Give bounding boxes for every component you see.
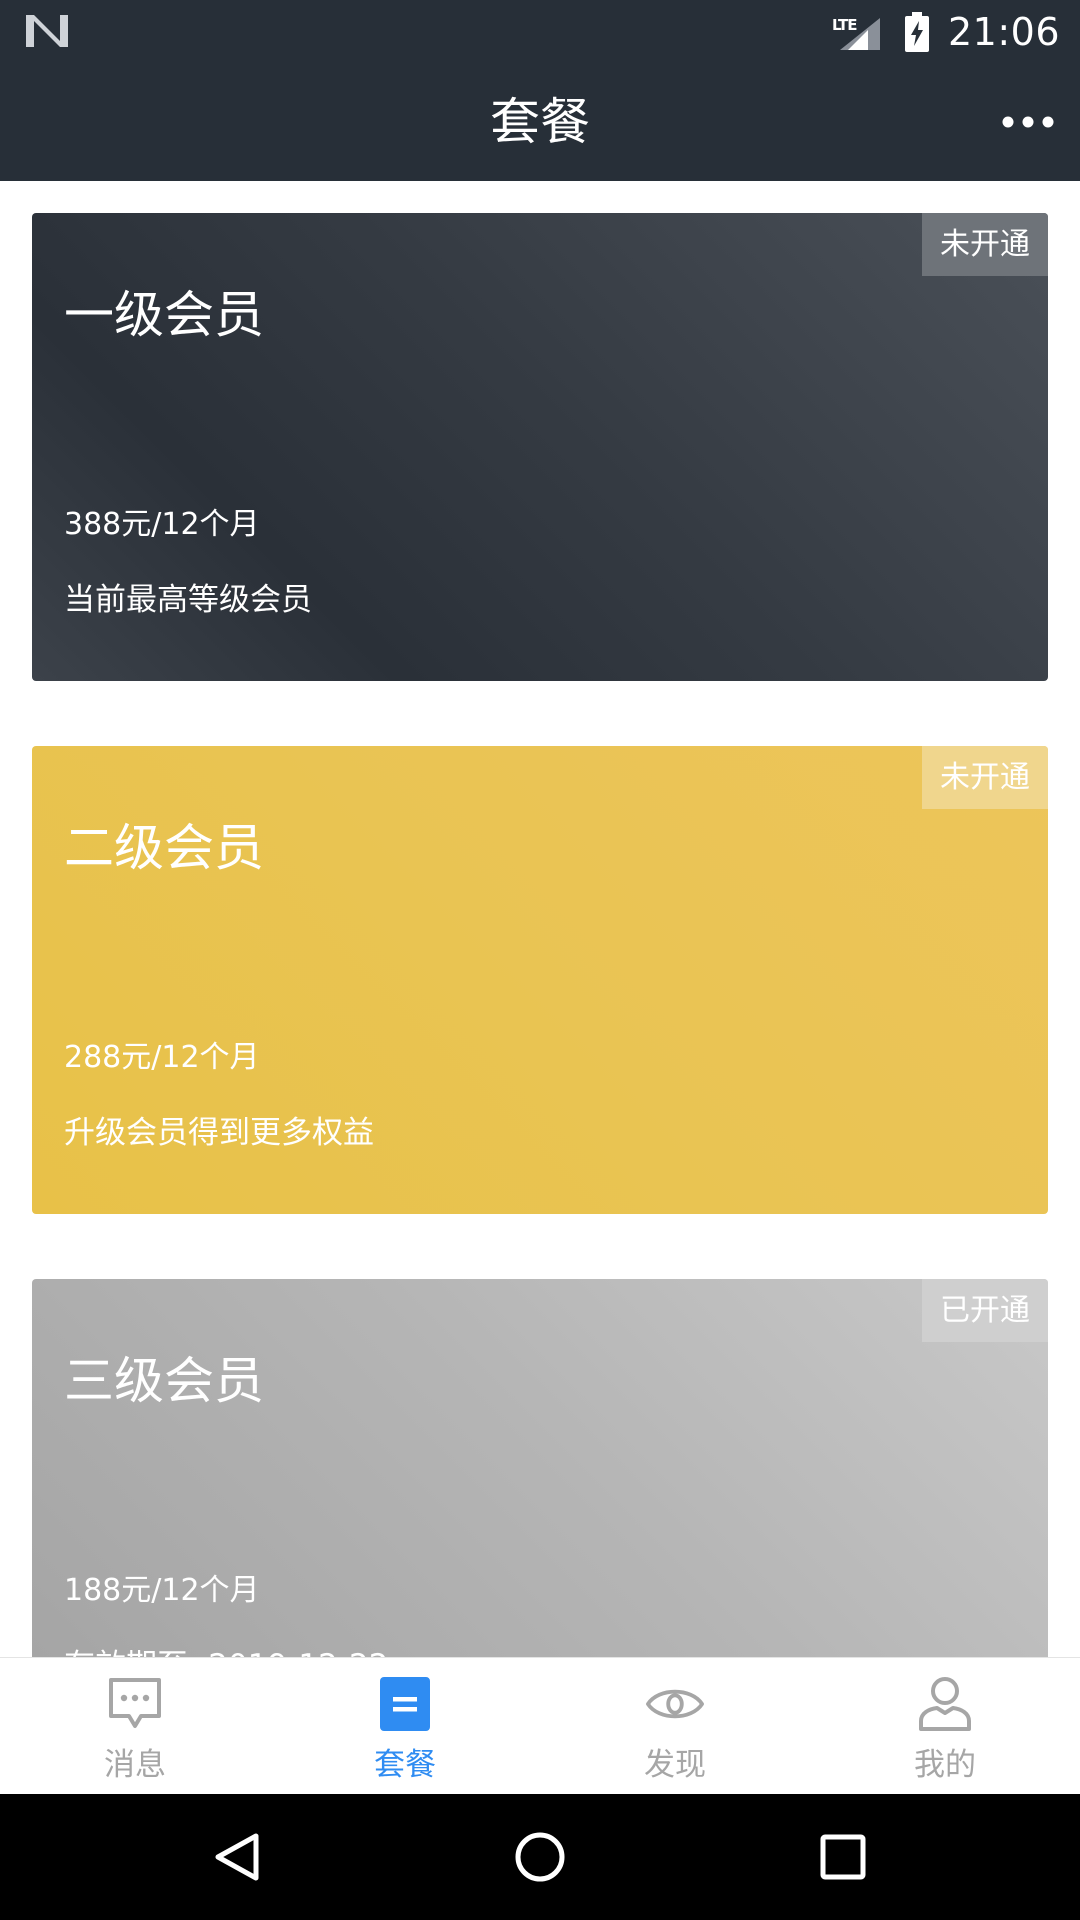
package-description: 当前最高等级会员 <box>64 582 312 618</box>
package-price: 288元/12个月 <box>64 1040 260 1075</box>
signal-icon: LTE <box>832 12 882 52</box>
nav-item-mine[interactable]: 我的 <box>810 1658 1080 1795</box>
package-title: 一级会员 <box>64 286 264 344</box>
status-badge: 未开通 <box>922 213 1048 276</box>
package-description: 有效期至: 2019-12-22 <box>64 1640 388 1657</box>
battery-charging-icon <box>904 11 930 52</box>
status-icons: LTE 21:06 <box>832 0 1060 63</box>
home-circle-icon <box>515 1832 565 1882</box>
back-triangle-icon <box>215 1833 259 1881</box>
nav-item-package[interactable]: 套餐 <box>270 1658 540 1795</box>
package-card-level-2[interactable]: 未开通 二级会员 288元/12个月 升级会员得到更多权益 <box>32 746 1048 1214</box>
status-bar: LTE 21:06 <box>0 0 1080 63</box>
recents-square-icon <box>820 1834 866 1880</box>
nav-label: 消息 <box>104 1747 166 1783</box>
app-toolbar: 套餐 <box>0 63 1080 181</box>
nav-label: 我的 <box>914 1747 976 1783</box>
home-button[interactable] <box>510 1827 570 1887</box>
status-badge: 未开通 <box>922 746 1048 809</box>
n-logo-icon <box>26 13 68 49</box>
package-list[interactable]: 未开通 一级会员 388元/12个月 当前最高等级会员 未开通 二级会员 288… <box>0 181 1080 1657</box>
status-time: 21:06 <box>947 9 1060 54</box>
message-icon <box>105 1675 165 1733</box>
system-navigation-bar <box>0 1794 1080 1920</box>
package-description: 升级会员得到更多权益 <box>64 1115 374 1151</box>
package-price: 388元/12个月 <box>64 507 260 542</box>
page-title: 套餐 <box>490 93 590 151</box>
package-card-level-3[interactable]: 已开通 三级会员 188元/12个月 有效期至: 2019-12-22 <box>32 1279 1048 1657</box>
nav-item-discover[interactable]: 发现 <box>540 1658 810 1795</box>
package-title: 二级会员 <box>64 819 264 877</box>
package-icon <box>375 1675 435 1733</box>
package-price: 188元/12个月 <box>64 1573 260 1608</box>
nav-item-messages[interactable]: 消息 <box>0 1658 270 1795</box>
back-button[interactable] <box>207 1827 267 1887</box>
more-dots-icon <box>1002 116 1054 128</box>
nav-label: 套餐 <box>374 1747 436 1783</box>
bottom-navigation: 消息 套餐 发现 我的 <box>0 1657 1080 1795</box>
recents-button[interactable] <box>813 1827 873 1887</box>
status-badge: 已开通 <box>922 1279 1048 1342</box>
eye-icon <box>645 1675 705 1733</box>
nav-label: 发现 <box>644 1747 706 1783</box>
package-card-level-1[interactable]: 未开通 一级会员 388元/12个月 当前最高等级会员 <box>32 213 1048 681</box>
package-title: 三级会员 <box>64 1352 264 1410</box>
more-button[interactable] <box>996 92 1060 152</box>
user-icon <box>915 1675 975 1733</box>
